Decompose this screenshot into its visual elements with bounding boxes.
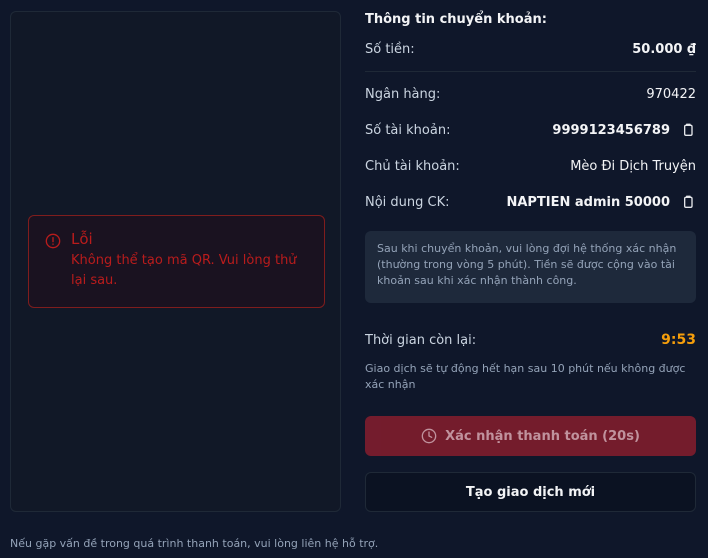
account-number-label: Số tài khoản: (365, 122, 451, 138)
divider (365, 71, 696, 72)
account-number-row: Số tài khoản: 9999123456789 (365, 119, 696, 141)
error-title: Lỗi (71, 230, 93, 248)
transfer-info-panel: Thông tin chuyển khoản: Số tiền: 50.000 … (365, 0, 696, 520)
qr-panel: Lỗi Không thể tạo mã QR. Vui lòng thử lạ… (10, 11, 341, 512)
bank-row: Ngân hàng: 970422 (365, 83, 696, 105)
account-holder-row: Chủ tài khoản: Mèo Đi Dịch Truyện (365, 155, 696, 177)
bank-label: Ngân hàng: (365, 86, 441, 102)
account-number-value: 9999123456789 (552, 122, 670, 138)
error-content: Lỗi Không thể tạo mã QR. Vui lòng thử lạ… (71, 229, 310, 307)
content-label: Nội dung CK: (365, 194, 450, 210)
error-message: Không thể tạo mã QR. Vui lòng thử lại sa… (71, 253, 297, 288)
amount-label: Số tiền: (365, 41, 415, 57)
clock-icon (421, 428, 437, 444)
new-transaction-button[interactable]: Tạo giao dịch mới (365, 472, 696, 512)
timer-row: Thời gian còn lại: 9:53 (365, 329, 696, 351)
expiry-note: Giao dịch sẽ tự động hết hạn sau 10 phút… (365, 362, 686, 391)
section-title: Thông tin chuyển khoản: (365, 12, 547, 27)
confirmation-note: Sau khi chuyển khoản, vui lòng đợi hệ th… (365, 231, 696, 303)
timer-value: 9:53 (661, 332, 696, 348)
copy-icon[interactable] (680, 122, 696, 138)
confirm-payment-button[interactable]: Xác nhận thanh toán (20s) (365, 416, 696, 456)
content-value: NAPTIEN admin 50000 (506, 194, 670, 210)
alert-circle-icon (45, 233, 61, 249)
amount-value: 50.000 ₫ (632, 41, 696, 57)
support-footer-note: Nếu gặp vấn đề trong quá trình thanh toá… (10, 537, 379, 550)
account-holder-value: Mèo Đi Dịch Truyện (570, 158, 696, 174)
confirm-payment-label: Xác nhận thanh toán (20s) (445, 428, 640, 444)
account-holder-label: Chủ tài khoản: (365, 158, 460, 174)
copy-icon[interactable] (680, 194, 696, 210)
bank-value: 970422 (646, 86, 696, 102)
account-number-wrapper: 9999123456789 (552, 122, 696, 138)
transfer-content-row: Nội dung CK: NAPTIEN admin 50000 (365, 191, 696, 213)
timer-label: Thời gian còn lại: (365, 332, 477, 348)
amount-row: Số tiền: 50.000 ₫ (365, 38, 696, 60)
error-alert: Lỗi Không thể tạo mã QR. Vui lòng thử lạ… (28, 215, 325, 308)
content-wrapper: NAPTIEN admin 50000 (506, 194, 696, 210)
